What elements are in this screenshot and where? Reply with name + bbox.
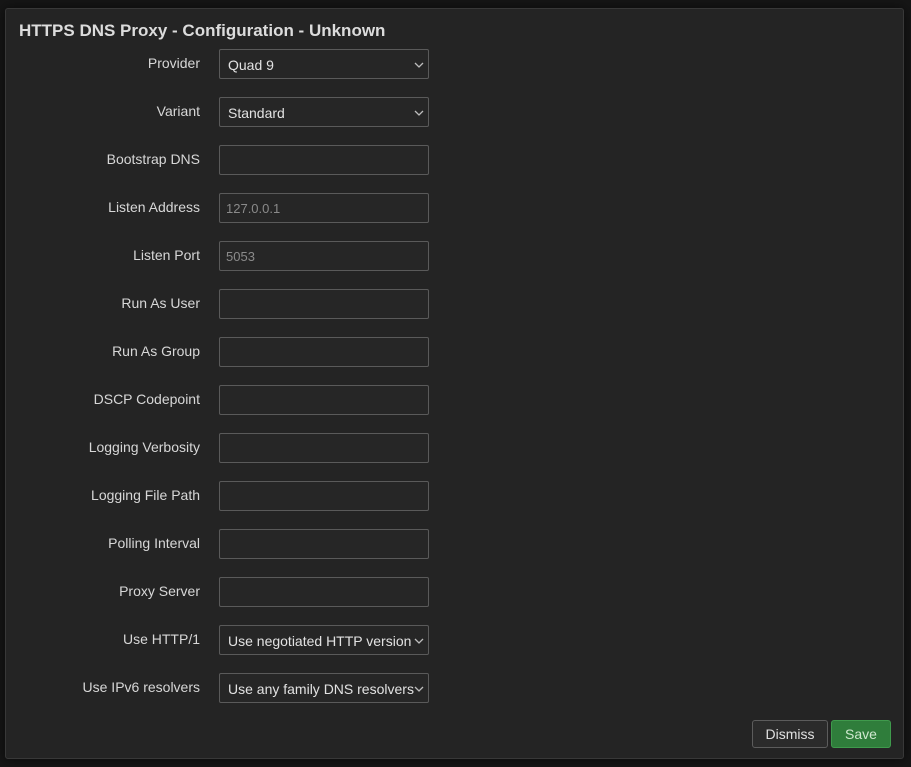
listen-address-row: Listen Address (6, 193, 904, 223)
logging-verbosity-row: Logging Verbosity (6, 433, 904, 463)
listen-address-input[interactable] (219, 193, 429, 223)
dscp-codepoint-input[interactable] (219, 385, 429, 415)
dscp-codepoint-row: DSCP Codepoint (6, 385, 904, 415)
variant-select[interactable]: Standard (219, 97, 429, 127)
variant-row: Variant Standard (6, 97, 904, 127)
run-as-user-label: Run As User (121, 295, 200, 311)
dscp-codepoint-label: DSCP Codepoint (93, 391, 200, 407)
variant-label: Variant (156, 103, 200, 119)
provider-row: Provider Quad 9 (6, 49, 904, 79)
run-as-group-input[interactable] (219, 337, 429, 367)
dismiss-button[interactable]: Dismiss (752, 720, 828, 748)
listen-port-row: Listen Port (6, 241, 904, 271)
logging-verbosity-input[interactable] (219, 433, 429, 463)
variant-value: Standard (228, 105, 285, 121)
use-ipv6-label: Use IPv6 resolvers (82, 679, 200, 695)
provider-select[interactable]: Quad 9 (219, 49, 429, 79)
run-as-user-row: Run As User (6, 289, 904, 319)
polling-interval-input[interactable] (219, 529, 429, 559)
logging-verbosity-label: Logging Verbosity (88, 439, 200, 455)
chevron-down-icon (414, 62, 424, 68)
logging-file-path-row: Logging File Path (6, 481, 904, 511)
chevron-down-icon (414, 638, 424, 644)
proxy-server-row: Proxy Server (6, 577, 904, 607)
listen-address-label: Listen Address (108, 199, 200, 215)
use-http1-label: Use HTTP/1 (122, 631, 200, 647)
bootstrap-dns-input[interactable] (219, 145, 429, 175)
save-button[interactable]: Save (831, 720, 891, 748)
proxy-server-input[interactable] (219, 577, 429, 607)
bootstrap-dns-label: Bootstrap DNS (106, 151, 200, 167)
polling-interval-row: Polling Interval (6, 529, 904, 559)
use-ipv6-select[interactable]: Use any family DNS resolvers (219, 673, 429, 703)
provider-value: Quad 9 (228, 57, 274, 73)
use-http1-select[interactable]: Use negotiated HTTP version (219, 625, 429, 655)
chevron-down-icon (414, 686, 424, 692)
run-as-user-input[interactable] (219, 289, 429, 319)
logging-file-path-input[interactable] (219, 481, 429, 511)
use-http1-value: Use negotiated HTTP version (228, 633, 412, 649)
bootstrap-dns-row: Bootstrap DNS (6, 145, 904, 175)
logging-file-path-label: Logging File Path (91, 487, 200, 503)
use-http1-row: Use HTTP/1 Use negotiated HTTP version (6, 625, 904, 655)
use-ipv6-value: Use any family DNS resolvers (228, 681, 414, 697)
chevron-down-icon (414, 110, 424, 116)
run-as-group-label: Run As Group (112, 343, 200, 359)
use-ipv6-row: Use IPv6 resolvers Use any family DNS re… (6, 673, 904, 703)
dialog-title: HTTPS DNS Proxy - Configuration - Unknow… (19, 21, 386, 40)
polling-interval-label: Polling Interval (108, 535, 200, 551)
proxy-server-label: Proxy Server (119, 583, 200, 599)
run-as-group-row: Run As Group (6, 337, 904, 367)
listen-port-input[interactable] (219, 241, 429, 271)
config-dialog: HTTPS DNS Proxy - Configuration - Unknow… (5, 8, 904, 759)
provider-label: Provider (147, 55, 200, 71)
listen-port-label: Listen Port (133, 247, 200, 263)
